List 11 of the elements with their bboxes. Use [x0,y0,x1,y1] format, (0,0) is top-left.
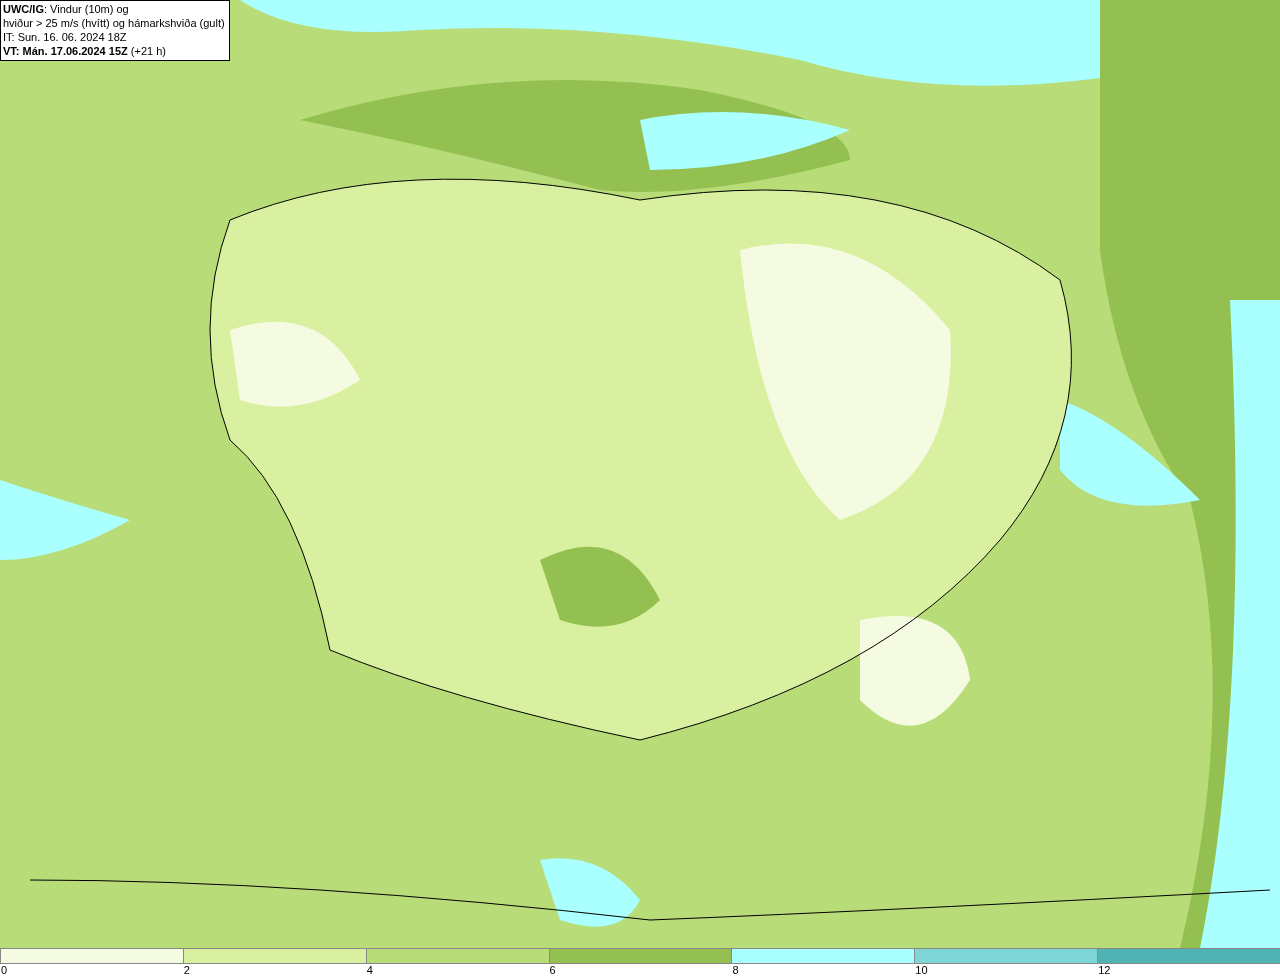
scale-label: 10 [915,964,928,976]
title-line: VT: Mán. 17.06.2024 15Z (+21 h) [3,44,167,58]
scale-label: 6 [549,964,556,976]
title-line: hviður > 25 m/s (hvítt) og hámarkshviða (gult) [3,16,225,30]
title-line: UWC/IG: Vindur (10m) og [3,2,130,16]
scale-label: 4 [366,964,373,976]
scale-label: 0 [1,964,8,976]
scale-label: 2 [183,964,190,976]
scale-label: 12 [1098,964,1111,976]
title-line: IT: Sun. 16. 06. 2024 18Z [3,30,128,44]
scale-label: 8 [732,964,739,976]
